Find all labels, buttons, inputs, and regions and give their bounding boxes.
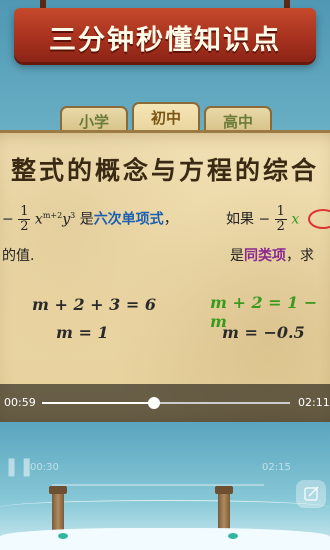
decor-dot bbox=[228, 533, 238, 539]
annotation-circle-mark bbox=[308, 209, 330, 229]
title-banner: 三分钟秒懂知识点 bbox=[14, 8, 316, 62]
video-total-time: 02:11 bbox=[298, 396, 330, 409]
banner-title: 三分钟秒懂知识点 bbox=[49, 25, 281, 56]
bg-total-time: 02:15 bbox=[262, 462, 291, 473]
app-root: 三分钟秒懂知识点 小学 初中 高中 整式的概念与方程的综合 − 1 2 xm+2… bbox=[0, 0, 330, 550]
exponent-y: 3 bbox=[70, 210, 76, 220]
video-progress-fill bbox=[42, 402, 154, 404]
fraction-2-denominator: 2 bbox=[276, 219, 285, 234]
exponent-x: m+2 bbox=[42, 210, 63, 220]
highlight-monomial: 六次单项式 bbox=[93, 211, 164, 228]
video-controls: 00:59 02:11 bbox=[0, 384, 330, 422]
problem-line-2-left: 的值. bbox=[2, 248, 35, 264]
fraction-2-numerator: 1 bbox=[274, 204, 287, 220]
equation-right-2: m = −0.5 bbox=[222, 323, 305, 342]
fraction: 1 2 bbox=[18, 204, 31, 234]
video-current-time: 00:59 bbox=[4, 396, 36, 409]
text-find: ，求 bbox=[286, 248, 314, 264]
text-is-2: 是 bbox=[230, 248, 244, 264]
fraction-numerator: 1 bbox=[18, 204, 31, 220]
problem-line-2-right: 是同类项，求 bbox=[230, 245, 314, 265]
lesson-board[interactable]: 整式的概念与方程的综合 − 1 2 xm+2y3 是六次单项式， 如果 − 1 … bbox=[0, 130, 330, 425]
fraction-denominator: 2 bbox=[20, 219, 29, 234]
var-y: y bbox=[62, 211, 71, 228]
equation-left-1: m + 2 + 3 = 6 bbox=[32, 295, 156, 314]
video-seek-knob[interactable] bbox=[147, 397, 160, 409]
fence-rope bbox=[0, 500, 330, 515]
text-if: 如果 bbox=[226, 211, 254, 228]
var-x-2: x bbox=[291, 211, 300, 228]
highlight-like-terms: 同类项 bbox=[244, 248, 286, 264]
snow-ground bbox=[0, 528, 330, 550]
problem-line-1-left: − 1 2 xm+2y3 是六次单项式， bbox=[2, 205, 178, 234]
minus-sign-2: − bbox=[258, 211, 271, 228]
equation-left-2: m = 1 bbox=[56, 323, 109, 342]
minus-sign: − bbox=[2, 211, 14, 228]
fraction-2: 1 2 bbox=[274, 204, 287, 234]
video-seek-bar[interactable] bbox=[42, 402, 290, 404]
var-x: x bbox=[34, 211, 43, 228]
lesson-title: 整式的概念与方程的综合 bbox=[10, 156, 319, 185]
comma: ， bbox=[163, 211, 178, 228]
text-is: 是 bbox=[79, 211, 94, 228]
problem-line-1-right: 如果 − 1 2 x bbox=[226, 205, 299, 234]
decor-dot bbox=[58, 533, 68, 539]
bg-current-time: 00:30 bbox=[30, 462, 59, 473]
